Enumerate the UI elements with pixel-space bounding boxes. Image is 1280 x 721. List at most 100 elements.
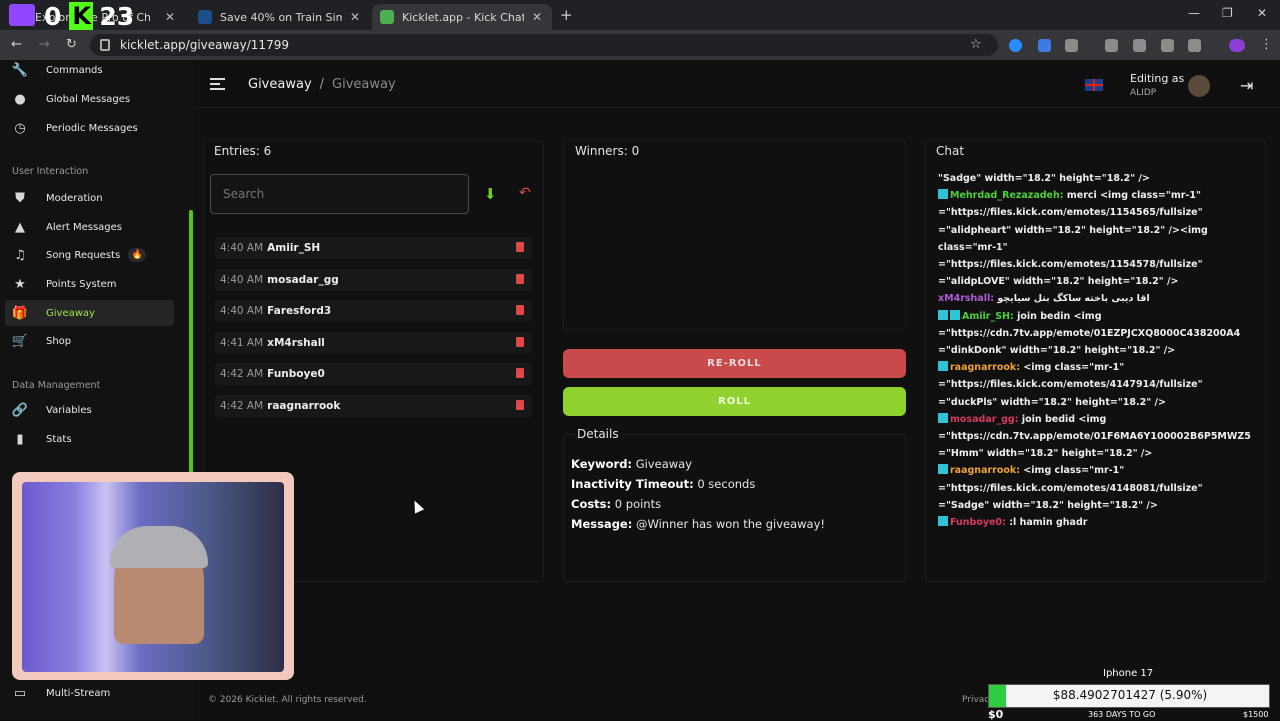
gift-icon: 🎁 (11, 305, 29, 321)
detail-value: @Winner has won the giveaway! (635, 517, 826, 531)
roll-button[interactable]: ROLL (563, 387, 906, 416)
uk-flag-icon[interactable] (1085, 79, 1103, 91)
new-tab-icon[interactable]: + (560, 6, 573, 24)
extension-icon[interactable] (1038, 39, 1051, 52)
wrench-icon: 🔧 (11, 62, 29, 78)
site-info-icon[interactable] (100, 39, 110, 51)
entry-time: 4:40 AM (220, 305, 264, 317)
menu-dots-icon[interactable]: ⋮ (1260, 37, 1273, 52)
sidebar-item-global-messages[interactable]: ● Global Messages (12, 89, 130, 109)
link-icon: 🔗 (11, 402, 29, 418)
profile-avatar-icon[interactable] (1229, 39, 1245, 52)
sidebar-item-stats[interactable]: ▮ Stats (12, 429, 72, 449)
tab-search-icon[interactable] (1188, 39, 1201, 52)
entry-time: 4:40 AM (220, 274, 264, 286)
menu-toggle-icon[interactable] (210, 78, 225, 90)
sidebar-item-song-requests[interactable]: ♫ Song Requests 🔥 (12, 245, 147, 265)
detail-label: Costs: (571, 497, 612, 511)
chat-username[interactable]: raagnarrook: (950, 362, 1020, 373)
detail-value: 0 points (614, 497, 662, 511)
chat-message-line: mosadar_gg: join bedid <img (938, 411, 1258, 428)
undo-icon[interactable]: ↶ (519, 185, 531, 201)
chat-username[interactable]: mosadar_gg: (950, 414, 1019, 425)
reroll-button[interactable]: RE-ROLL (563, 349, 906, 378)
maximize-icon[interactable]: ❐ (1222, 6, 1233, 20)
reload-icon[interactable]: ↻ (66, 37, 77, 52)
sidebar-item-giveaway[interactable]: 🎁 Giveaway (5, 300, 174, 326)
trash-icon[interactable] (516, 274, 524, 284)
chat-title: Chat (936, 144, 965, 158)
chat-username[interactable]: Funboye0: (950, 517, 1006, 528)
chat-text: <img class="mr-1" (1020, 362, 1125, 374)
entry-time: 4:41 AM (220, 337, 264, 349)
browser-tab-3[interactable]: Kicklet.app - Kick Chatbot and Overlays … (372, 4, 552, 30)
chat-text: join bedid <img (1018, 413, 1107, 425)
chat-username[interactable]: Amiir_SH: (962, 311, 1014, 322)
chat-message-line: Funboye0: :l hamin ghadr (938, 514, 1258, 531)
bookmarks-icon[interactable] (1161, 39, 1174, 52)
details-title: Details (575, 427, 621, 441)
sidebar-item-periodic-messages[interactable]: ◷ Periodic Messages (12, 118, 137, 138)
counter-right: 23 (99, 1, 135, 31)
entry-name: Faresford3 (267, 305, 332, 317)
breadcrumb-root[interactable]: Giveaway (248, 77, 312, 92)
entry-name: Funboye0 (267, 368, 325, 380)
chat-text: ="https://cdn.7tv.app/emote/01EZPJCXQ800… (938, 327, 1241, 339)
forward-icon[interactable]: → (39, 37, 50, 52)
chat-text: merci <img class="mr-1" (1063, 190, 1201, 202)
sidebar-item-label: Alert Messages (46, 221, 123, 233)
sidebar-item-label: Variables (46, 404, 92, 416)
extension-icon[interactable] (1105, 39, 1118, 52)
logout-icon[interactable]: ⇥ (1240, 76, 1253, 95)
sidebar-item-moderation[interactable]: ⛊ Moderation (12, 188, 103, 208)
trash-icon[interactable] (516, 242, 524, 252)
donation-goal-widget: Iphone 17 $88.4902701427 (5.90%) $0 363 … (988, 668, 1270, 721)
tab-close-icon[interactable]: ✕ (532, 10, 542, 24)
search-input[interactable] (210, 174, 469, 214)
sidebar-item-alert-messages[interactable]: ▲ Alert Messages (12, 217, 122, 237)
tab-close-icon[interactable]: ✕ (165, 10, 175, 24)
download-icon[interactable] (1133, 39, 1146, 52)
back-icon[interactable]: ← (11, 37, 22, 52)
close-window-icon[interactable]: ✕ (1257, 6, 1267, 20)
tab-title: Save 40% on Train Sim World® 6 on Steam (220, 10, 342, 24)
list-item: 4:42 AM Funboye0 (215, 363, 532, 385)
chat-text: ="https://files.kick.com/emotes/4147914/… (938, 379, 1203, 391)
avatar[interactable] (1188, 75, 1210, 97)
list-item: 4:41 AM xM4rshall (215, 332, 532, 354)
chat-username[interactable]: xM4rshall: (938, 293, 994, 304)
chat-username[interactable]: Mehrdad_Rezazadeh: (950, 190, 1064, 201)
webcam-overlay (12, 472, 294, 680)
chat-badge-icon (938, 309, 948, 320)
sidebar-item-points-system[interactable]: ★ Points System (12, 274, 116, 294)
entry-time: 4:42 AM (220, 368, 264, 380)
trash-icon[interactable] (516, 368, 524, 378)
tab-close-icon[interactable]: ✕ (350, 10, 360, 24)
chat-badge-icon (950, 309, 960, 320)
shield-icon: ⛊ (15, 190, 25, 206)
sidebar-item-label: Stats (46, 433, 72, 445)
trash-icon[interactable] (516, 337, 524, 347)
minimize-icon[interactable]: — (1188, 6, 1200, 20)
extension-icon[interactable] (1009, 39, 1022, 52)
entry-name: mosadar_gg (267, 274, 339, 286)
chat-username[interactable]: raagnarrook: (950, 465, 1020, 476)
sidebar-item-commands[interactable]: 🔧 Commands (12, 60, 103, 80)
entry-time: 4:42 AM (220, 400, 264, 412)
top-bar: Giveaway / Giveaway Editing as ALIDP ⇥ (195, 60, 1280, 108)
chat-text: <img class="mr-1" (1020, 465, 1125, 477)
trash-icon[interactable] (516, 305, 524, 315)
footer-privacy-link[interactable]: Privac (962, 695, 989, 705)
sidebar-item-shop[interactable]: 🛒 Shop (12, 331, 71, 351)
puzzle-icon[interactable] (1065, 39, 1078, 52)
goal-max: $1500 (1243, 710, 1269, 719)
url-field[interactable]: kicklet.app/giveaway/11799 (90, 34, 998, 56)
trash-icon[interactable] (516, 400, 524, 410)
browser-tab-2[interactable]: Save 40% on Train Sim World® 6 on Steam … (190, 4, 370, 30)
download-icon[interactable]: ⬇ (484, 185, 497, 203)
browser-tab-bar: 0 23 Explore the Pro of Ch ✕ Save 40% on… (0, 0, 1280, 31)
bookmark-star-icon[interactable]: ☆ (970, 37, 982, 52)
sidebar-item-multi-stream[interactable]: ▭ Multi-Stream (12, 683, 110, 703)
kick-logo-icon (69, 2, 94, 30)
sidebar-item-variables[interactable]: 🔗 Variables (12, 400, 92, 420)
